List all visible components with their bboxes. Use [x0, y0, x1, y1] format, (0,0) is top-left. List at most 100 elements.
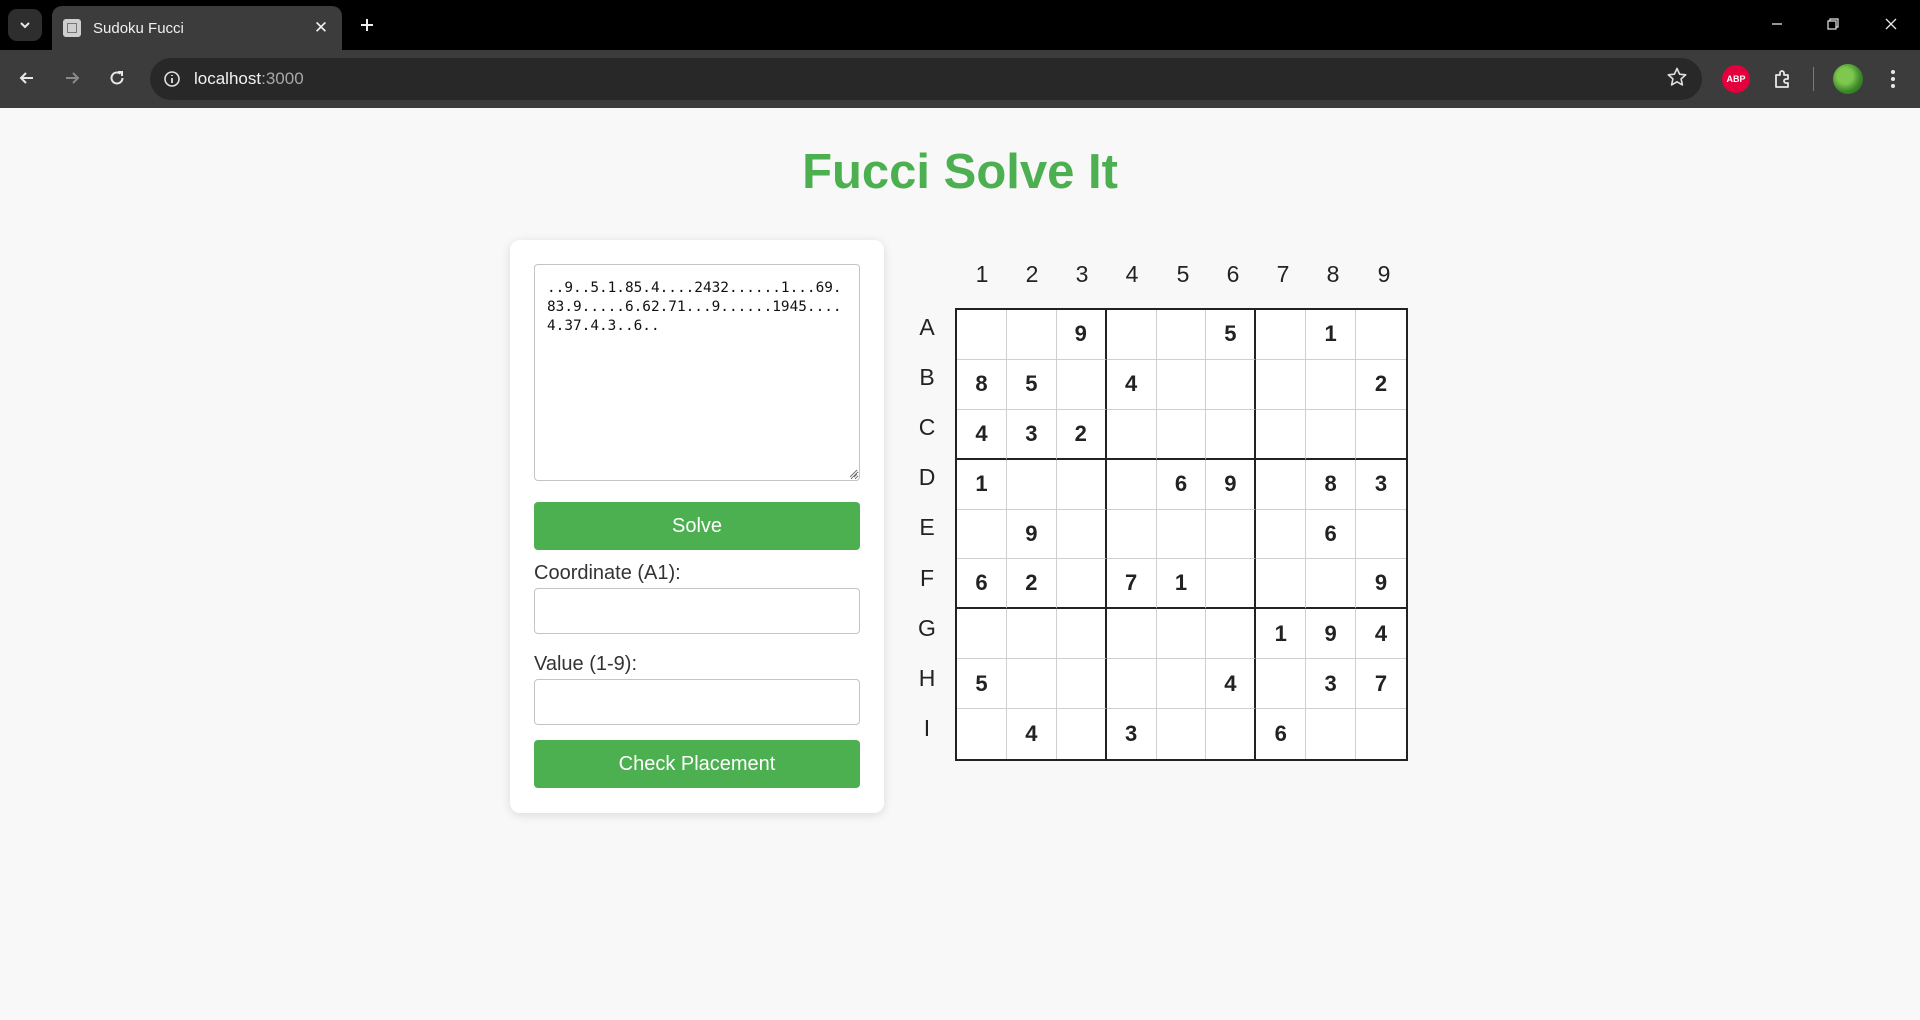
sudoku-cell[interactable]: 5 — [1006, 359, 1057, 410]
adblock-extension-icon[interactable]: ABP — [1722, 65, 1750, 93]
sudoku-cell[interactable]: 1 — [1156, 559, 1207, 610]
sudoku-cell[interactable]: 8 — [1306, 459, 1357, 510]
sudoku-cell[interactable] — [1106, 609, 1157, 660]
reload-button[interactable] — [99, 60, 135, 96]
sudoku-cell[interactable] — [1356, 709, 1406, 759]
new-tab-button[interactable] — [352, 10, 382, 40]
sudoku-cell[interactable] — [1206, 559, 1257, 610]
browser-tab[interactable]: Sudoku Fucci ✕ — [52, 6, 342, 50]
sudoku-cell[interactable] — [1006, 310, 1057, 360]
sudoku-cell[interactable]: 1 — [1256, 609, 1307, 660]
resize-grip-icon[interactable] — [848, 468, 858, 478]
sudoku-cell[interactable] — [957, 709, 1007, 759]
sudoku-cell[interactable]: 7 — [1106, 559, 1157, 610]
sudoku-cell[interactable] — [1356, 510, 1406, 560]
close-window-button[interactable] — [1871, 8, 1911, 40]
sudoku-cell[interactable]: 4 — [1007, 709, 1057, 759]
sudoku-cell[interactable]: 1 — [1306, 310, 1357, 360]
sudoku-cell[interactable] — [1057, 709, 1107, 759]
profile-avatar[interactable] — [1833, 64, 1863, 94]
sudoku-cell[interactable]: 4 — [1106, 359, 1157, 410]
sudoku-cell[interactable] — [1356, 310, 1406, 360]
sudoku-cell[interactable]: 2 — [1056, 409, 1107, 460]
sudoku-cell[interactable] — [1356, 410, 1406, 460]
sudoku-cell[interactable] — [1056, 509, 1107, 560]
sudoku-cell[interactable] — [1256, 359, 1307, 410]
sudoku-cell[interactable] — [1006, 659, 1057, 710]
sudoku-cell[interactable] — [1106, 659, 1157, 710]
sudoku-cell[interactable] — [1256, 459, 1307, 510]
sudoku-cell[interactable]: 3 — [1356, 460, 1406, 510]
solve-button[interactable]: Solve — [534, 502, 860, 550]
sudoku-cell[interactable] — [1206, 609, 1257, 660]
extensions-button[interactable] — [1766, 62, 1800, 96]
sudoku-cell[interactable] — [1256, 659, 1307, 710]
browser-menu-button[interactable] — [1876, 62, 1910, 96]
sudoku-cell[interactable]: 4 — [1356, 609, 1406, 660]
sudoku-cell[interactable] — [1156, 609, 1207, 660]
sudoku-cell[interactable] — [1156, 310, 1207, 360]
sudoku-cell[interactable]: 6 — [1306, 509, 1357, 560]
sudoku-cell[interactable] — [1206, 509, 1257, 560]
sudoku-cell[interactable] — [1156, 359, 1207, 410]
value-input[interactable] — [534, 679, 860, 725]
sudoku-cell[interactable]: 9 — [1006, 509, 1057, 560]
sudoku-cell[interactable]: 7 — [1356, 659, 1406, 710]
sudoku-cell[interactable]: 2 — [1006, 559, 1057, 610]
sudoku-cell[interactable] — [1106, 509, 1157, 560]
sudoku-cell[interactable] — [1106, 459, 1157, 510]
sudoku-cell[interactable]: 4 — [1206, 659, 1257, 710]
close-tab-icon[interactable]: ✕ — [308, 15, 334, 41]
sudoku-cell[interactable] — [957, 509, 1007, 560]
sudoku-cell[interactable] — [1206, 359, 1257, 410]
sudoku-cell[interactable] — [1157, 709, 1207, 759]
sudoku-cell[interactable]: 1 — [957, 459, 1007, 510]
sudoku-cell[interactable] — [1206, 409, 1257, 460]
coordinate-input[interactable] — [534, 588, 860, 634]
sudoku-cell[interactable] — [1056, 359, 1107, 410]
sudoku-cell[interactable]: 6 — [1156, 459, 1207, 510]
minimize-button[interactable] — [1757, 8, 1797, 40]
sudoku-cell[interactable]: 5 — [1206, 310, 1257, 360]
sudoku-cell[interactable]: 6 — [957, 559, 1007, 610]
sudoku-cell[interactable]: 2 — [1356, 360, 1406, 410]
sudoku-cell[interactable] — [1256, 310, 1307, 360]
sudoku-cell[interactable] — [1006, 459, 1057, 510]
sudoku-cell[interactable] — [1056, 559, 1107, 610]
bookmark-star-icon[interactable] — [1666, 66, 1688, 93]
sudoku-cell[interactable] — [957, 609, 1007, 660]
sudoku-cell[interactable]: 3 — [1006, 409, 1057, 460]
sudoku-cell[interactable]: 8 — [957, 359, 1007, 410]
forward-button[interactable] — [54, 60, 90, 96]
sudoku-cell[interactable] — [1306, 709, 1357, 759]
sudoku-cell[interactable] — [1156, 409, 1207, 460]
sudoku-cell[interactable] — [1006, 609, 1057, 660]
sudoku-cell[interactable]: 6 — [1256, 709, 1307, 759]
sudoku-cell[interactable] — [1056, 459, 1107, 510]
sudoku-cell[interactable]: 4 — [957, 409, 1007, 460]
sudoku-cell[interactable] — [1306, 359, 1357, 410]
sudoku-cell[interactable]: 9 — [1056, 310, 1107, 360]
sudoku-cell[interactable] — [1256, 559, 1307, 610]
sudoku-cell[interactable]: 3 — [1107, 709, 1157, 759]
restore-button[interactable] — [1813, 8, 1853, 40]
sudoku-cell[interactable] — [1056, 609, 1107, 660]
site-info-icon[interactable] — [156, 63, 188, 95]
sudoku-cell[interactable] — [957, 310, 1007, 360]
sudoku-cell[interactable]: 9 — [1206, 459, 1257, 510]
sudoku-cell[interactable]: 9 — [1306, 609, 1357, 660]
puzzle-string-textarea[interactable]: ..9..5.1.85.4....2432......1...69.83.9..… — [534, 264, 860, 481]
sudoku-cell[interactable] — [1206, 709, 1257, 759]
sudoku-cell[interactable] — [1256, 409, 1307, 460]
tab-search-button[interactable] — [8, 9, 42, 41]
check-placement-button[interactable]: Check Placement — [534, 740, 860, 788]
address-bar[interactable]: localhost:3000 — [150, 58, 1702, 100]
sudoku-cell[interactable] — [1156, 509, 1207, 560]
sudoku-cell[interactable] — [1256, 509, 1307, 560]
sudoku-cell[interactable] — [1306, 559, 1357, 610]
sudoku-cell[interactable]: 5 — [957, 659, 1007, 710]
sudoku-cell[interactable] — [1306, 409, 1357, 460]
sudoku-cell[interactable] — [1056, 659, 1107, 710]
back-button[interactable] — [9, 60, 45, 96]
sudoku-cell[interactable] — [1106, 409, 1157, 460]
